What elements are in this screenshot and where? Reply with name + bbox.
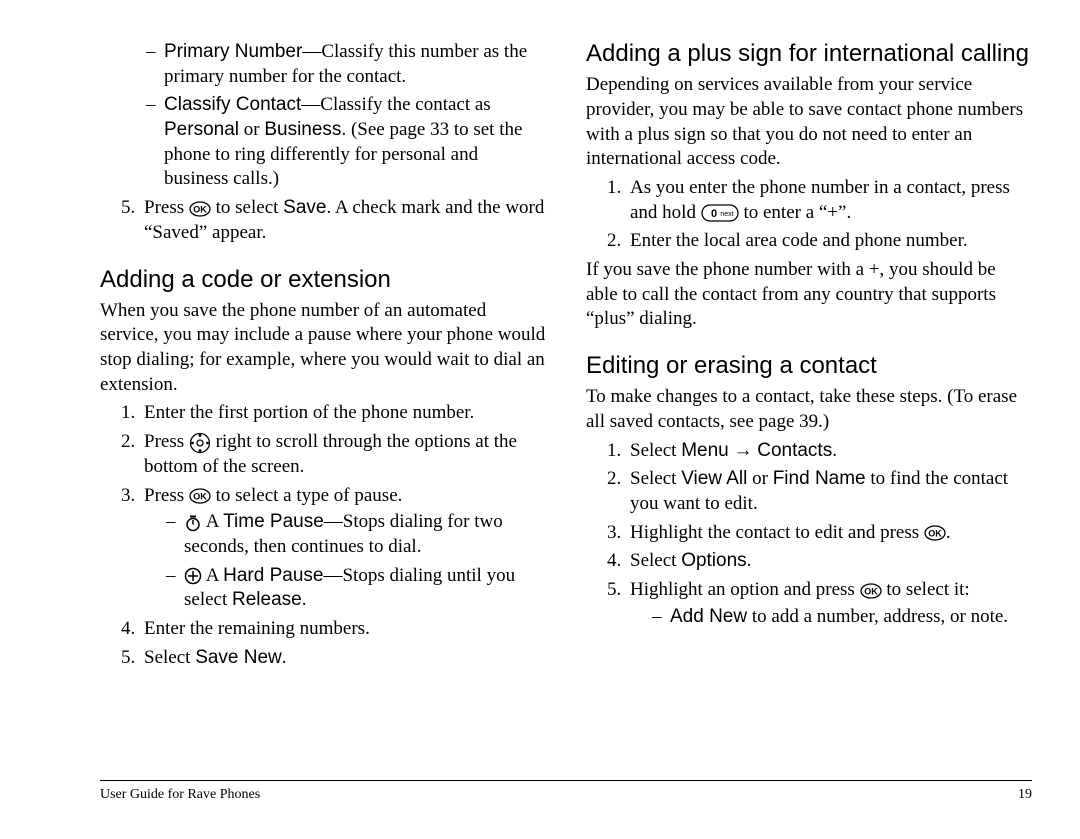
nav-icon — [189, 432, 211, 454]
para: When you save the phone number of an aut… — [100, 299, 546, 398]
timer-icon — [184, 514, 202, 532]
step-item: As you enter the phone number in a conta… — [626, 176, 1032, 225]
svg-text:OK: OK — [928, 529, 942, 539]
dash-item: Classify Contact—Classify the contact as… — [146, 93, 546, 192]
dash-item: A Hard Pause—Stops dialing until you sel… — [166, 564, 546, 613]
step-item: Enter the remaining numbers. — [140, 617, 546, 642]
step-item: Highlight the contact to edit and press … — [626, 521, 1032, 546]
step-item: Select Menu → Contacts. — [626, 439, 1032, 464]
ok-icon: OK — [860, 583, 882, 599]
zero-key-icon: 0next — [701, 204, 739, 222]
footer-left: User Guide for Rave Phones — [100, 787, 260, 803]
step-item: Press OK to select a type of pause. A Ti… — [140, 484, 546, 613]
heading-code-extension: Adding a code or extension — [100, 264, 546, 295]
ok-icon: OK — [189, 488, 211, 504]
step-item: Highlight an option and press OK to sele… — [626, 578, 1032, 629]
step-item: Select Save New. — [140, 646, 546, 671]
svg-text:OK: OK — [193, 204, 207, 214]
para: If you save the phone number with a +, y… — [586, 258, 1032, 332]
svg-text:OK: OK — [864, 586, 878, 596]
dash-item: Primary Number—Classify this number as t… — [146, 40, 546, 89]
svg-text:next: next — [720, 211, 733, 218]
step-item: Enter the first portion of the phone num… — [140, 401, 546, 426]
step-item: Select View All or Find Name to find the… — [626, 467, 1032, 516]
step-item: Select Options. — [626, 549, 1032, 574]
para: To make changes to a contact, take these… — [586, 385, 1032, 434]
step-item: Press right to scroll through the option… — [140, 430, 546, 479]
ok-icon: OK — [189, 201, 211, 217]
svg-text:OK: OK — [193, 492, 207, 502]
step-item: Enter the local area code and phone numb… — [626, 229, 1032, 254]
footer-right: 19 — [1018, 787, 1032, 803]
dash-item: A Time Pause—Stops dialing for two secon… — [166, 510, 546, 559]
hard-pause-icon — [184, 567, 202, 585]
svg-text:0: 0 — [711, 208, 717, 220]
para: Depending on services available from you… — [586, 73, 1032, 172]
dash-item: Add New to add a number, address, or not… — [652, 605, 1032, 630]
ok-icon: OK — [924, 525, 946, 541]
heading-plus-sign: Adding a plus sign for international cal… — [586, 38, 1032, 69]
heading-edit-erase: Editing or erasing a contact — [586, 350, 1032, 381]
step-item: Press OK to select Save. A check mark an… — [140, 196, 546, 245]
